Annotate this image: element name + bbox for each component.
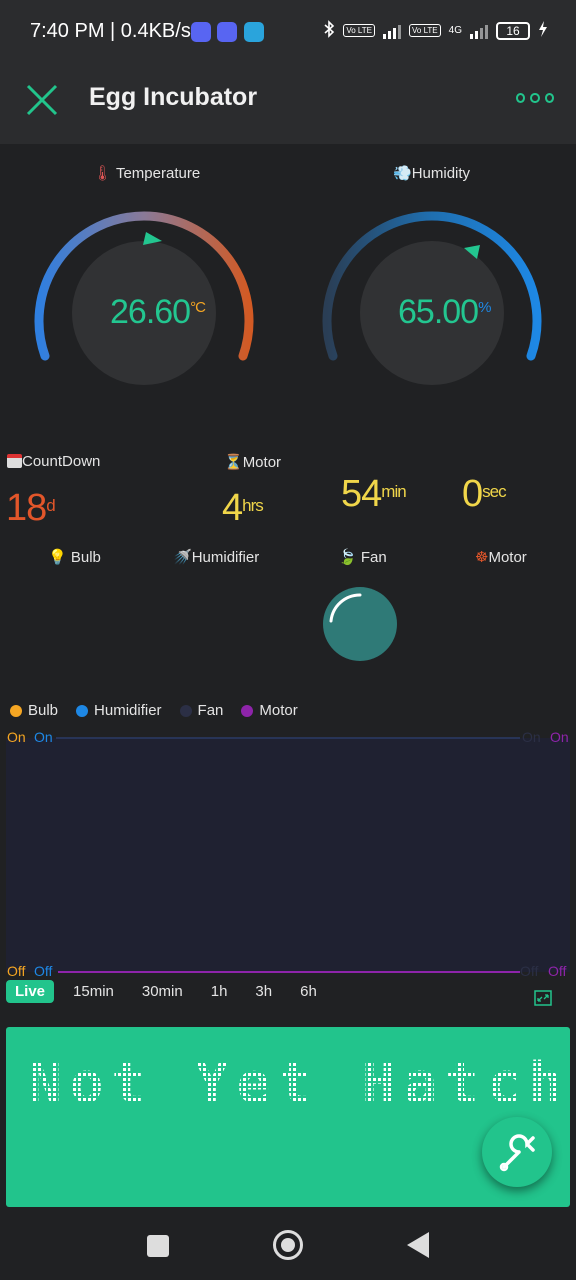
range-3h-button[interactable]: 3h — [246, 980, 281, 1003]
countdown-label: CountDown — [7, 453, 100, 470]
thermometer-icon: 🌡 — [93, 165, 113, 182]
motor-hours: 4hrs — [222, 487, 264, 529]
loading-spinner-icon — [329, 593, 362, 623]
y-axis-on-bulb: On — [7, 729, 26, 745]
legend-item[interactable]: Motor — [241, 702, 298, 719]
y-axis-off-motor: Off — [548, 963, 567, 979]
temperature-value: 26.60°C — [110, 293, 206, 331]
hourglass-icon: ⏳ — [224, 454, 243, 471]
legend-dot — [241, 704, 254, 717]
y-axis-off-bulb: Off — [7, 963, 26, 979]
y-axis-off-fan: Off — [520, 963, 539, 979]
range-15min-button[interactable]: 15min — [64, 980, 123, 1003]
range-30min-button[interactable]: 30min — [133, 980, 192, 1003]
status-time: 7:40 PM | 0.4KB/s — [30, 20, 191, 42]
legend-item[interactable]: Bulb — [10, 702, 58, 719]
calendar-icon — [7, 454, 22, 468]
fullscreen-icon[interactable] — [534, 989, 552, 1007]
time-range-selector: Live 15min 30min 1h 3h 6h — [6, 980, 336, 1003]
humidity-value: 65.00% — [398, 293, 491, 331]
network-type: 4G — [448, 25, 462, 36]
more-options-button[interactable] — [516, 88, 554, 108]
motor-label: ☸Motor — [475, 549, 527, 566]
discord-icon — [191, 22, 211, 42]
status-indicators: Vo LTE Vo LTE 4G 16 — [323, 20, 548, 41]
dot-icon — [544, 93, 554, 103]
bulb-label: 💡 Bulb — [48, 549, 101, 566]
y-axis-on-humidifier: On — [34, 729, 53, 745]
dot-icon — [530, 93, 540, 103]
close-button[interactable] — [22, 80, 62, 120]
range-6h-button[interactable]: 6h — [291, 980, 326, 1003]
battery-icon: 16 — [496, 21, 530, 40]
bluetooth-icon — [323, 20, 335, 41]
y-axis-on-motor: On — [550, 729, 569, 745]
volte-badge: Vo LTE — [343, 24, 375, 37]
motor-minutes: 54min — [341, 473, 407, 515]
chart-legend: Bulb Humidifier Fan Motor — [10, 702, 298, 719]
signal-icon — [470, 23, 488, 39]
recents-button[interactable] — [147, 1235, 169, 1257]
humidifier-label: 🚿Humidifier — [173, 549, 260, 566]
volte-badge: Vo LTE — [409, 24, 441, 37]
y-axis-off-humidifier: Off — [34, 963, 53, 979]
wrench-icon — [499, 1134, 535, 1172]
motor-seconds: 0sec — [462, 473, 507, 515]
shower-icon: 🚿 — [173, 549, 192, 566]
home-icon — [281, 1238, 295, 1252]
range-live-button[interactable]: Live — [6, 980, 55, 1003]
app-bar: Egg Incubator — [0, 64, 576, 144]
dot-icon — [516, 93, 526, 103]
fan-toggle-button[interactable] — [323, 587, 397, 661]
y-axis-on-fan: On — [522, 729, 541, 745]
humidity-label: 💨Humidity — [393, 165, 471, 182]
lcd-text: Not Yet Hatch — [28, 1051, 571, 1116]
home-button[interactable] — [273, 1230, 303, 1260]
fan-label: 🍃 Fan — [338, 549, 387, 566]
legend-dot — [179, 704, 192, 717]
status-bar: 7:40 PM | 0.4KB/s Vo LTE Vo LTE 4G 16 — [0, 0, 576, 64]
close-icon — [26, 84, 58, 116]
leaf-icon: 🍃 — [338, 549, 357, 566]
telegram-icon — [244, 22, 264, 42]
motor-timer-label: ⏳Motor — [224, 454, 282, 471]
discord-icon — [217, 22, 237, 42]
temperature-label: 🌡 Temperature — [93, 165, 201, 182]
legend-item[interactable]: Fan — [179, 702, 223, 719]
range-1h-button[interactable]: 1h — [202, 980, 237, 1003]
legend-dot — [76, 704, 89, 717]
signal-icon — [383, 23, 401, 39]
wheel-icon: ☸ — [475, 549, 489, 566]
bulb-icon: 💡 — [48, 549, 67, 566]
back-button[interactable] — [407, 1232, 429, 1258]
legend-item[interactable]: Humidifier — [76, 702, 162, 719]
page-title: Egg Incubator — [89, 83, 258, 111]
legend-dot — [10, 704, 22, 717]
countdown-value: 18d — [6, 487, 56, 529]
wind-icon: 💨 — [393, 165, 412, 182]
navigation-bar — [0, 1210, 576, 1280]
charging-icon — [538, 21, 548, 40]
settings-fab[interactable] — [482, 1117, 552, 1187]
chart-lines — [56, 737, 520, 973]
